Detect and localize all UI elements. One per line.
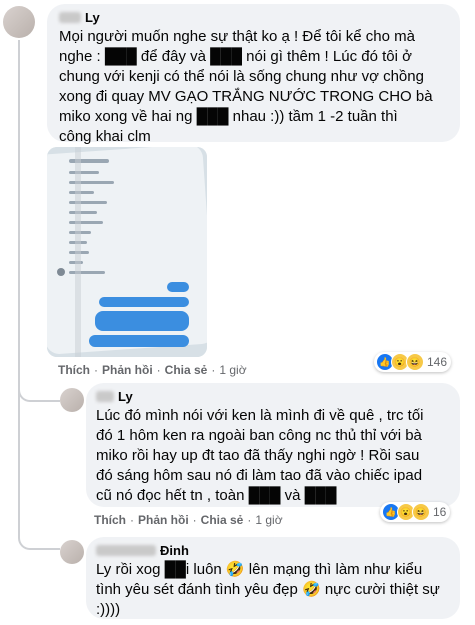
haha-reaction-icon: 😆 [406,353,424,371]
comment-time[interactable]: 1 giờ [255,513,282,527]
comment-bubble: Ly Mọi người muốn nghe sự thật ko ạ ! Để… [47,4,460,145]
comment-bubble: Đinh Ly rồi xog ██i luôn 🤣 lên mạng thì … [86,537,460,619]
thread-connector [18,380,60,402]
reply-button[interactable]: Phản hồi [138,513,189,527]
share-button[interactable]: Chia sẻ [201,513,244,527]
thread-connector [18,400,60,550]
comment-author[interactable]: Ly [96,389,450,404]
comment-text: Mọi người muốn nghe sự thật ko ạ ! Để tô… [59,28,433,145]
reaction-count: 16 [433,505,447,519]
avatar[interactable] [3,6,35,38]
haha-reaction-icon: 😆 [412,503,430,521]
avatar[interactable] [60,388,84,412]
comment-actions: Thích · Phản hồi · Chia sẻ · 1 giờ [58,363,247,377]
comment-time[interactable]: 1 giờ [219,363,246,377]
comment-text: Ly rồi xog ██i luôn 🤣 lên mạng thì làm n… [96,561,440,618]
comment-author[interactable]: Đinh [96,543,450,558]
like-button[interactable]: Thích [94,513,126,527]
avatar[interactable] [60,540,84,564]
attached-photo[interactable] [47,147,207,357]
comment-bubble: Ly Lúc đó mình nói với ken là mình đi về… [86,383,460,507]
like-button[interactable]: Thích [58,363,90,377]
share-button[interactable]: Chia sẻ [165,363,208,377]
chat-screenshot-image [47,147,207,357]
reaction-count: 146 [427,355,448,369]
comment-actions: Thích · Phản hồi · Chia sẻ · 1 giờ [94,513,283,527]
comment-text: Lúc đó mình nói với ken là mình đi về qu… [96,407,424,504]
comment-author[interactable]: Ly [59,10,448,25]
reply-button[interactable]: Phản hồi [102,363,153,377]
reaction-summary[interactable]: 👍 😮 😆 146 [374,352,452,372]
thread-line [18,40,20,400]
reaction-summary[interactable]: 👍 😮 😆 16 [380,502,451,522]
